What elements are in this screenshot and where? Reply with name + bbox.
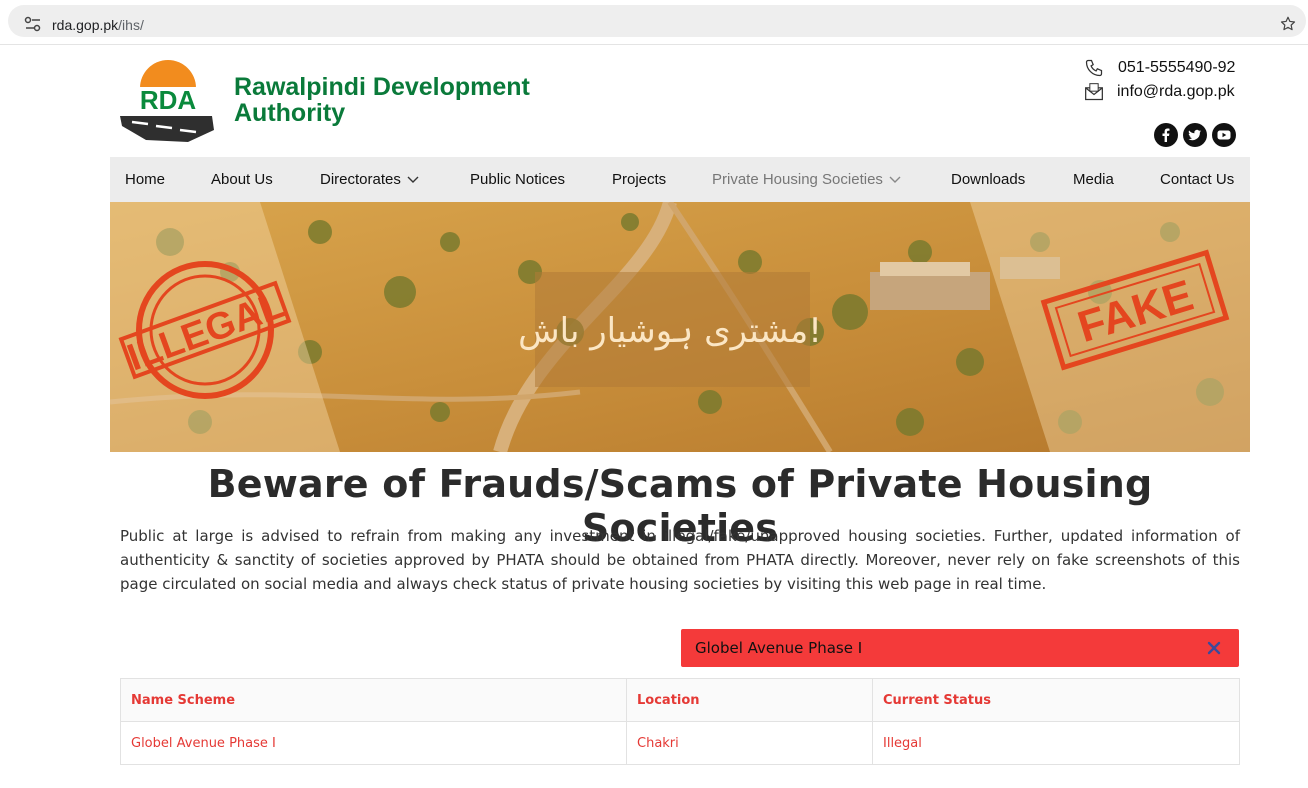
twitter-icon [1188,129,1201,141]
cell-current-status: Illegal [872,721,1240,765]
address-bar[interactable]: rda.gop.pk/ihs/ [8,5,1306,37]
phone-icon [1085,59,1103,77]
cell-location: Chakri [626,721,873,765]
nav-downloads[interactable]: Downloads [951,171,1025,188]
nav-public-notices[interactable]: Public Notices [470,171,565,188]
chevron-down-icon [889,176,901,184]
contact-phone[interactable]: 051-5555490-92 [1084,58,1235,78]
cell-name-scheme: Globel Avenue Phase I [120,721,627,765]
column-header-current-status[interactable]: Current Status [872,678,1240,722]
nav-media[interactable]: Media [1073,171,1114,188]
org-name[interactable]: Rawalpindi Development Authority [234,74,554,126]
nav-private-housing-label: Private Housing Societies [712,171,883,188]
close-icon[interactable] [1207,641,1221,655]
nav-projects[interactable]: Projects [612,171,666,188]
email-icon [1085,83,1103,101]
browser-toolbar: rda.gop.pk/ihs/ [0,0,1308,45]
nav-about-us[interactable]: About Us [211,171,273,188]
url-text[interactable]: rda.gop.pk/ihs/ [52,17,144,33]
site-settings-icon[interactable] [24,16,42,32]
chevron-down-icon [407,176,419,184]
column-header-location[interactable]: Location [626,678,873,722]
rda-logo[interactable]: RDA [118,54,218,144]
main-nav: Home About Us Directorates Public Notice… [110,157,1250,202]
nav-directorates-label: Directorates [320,171,401,188]
nav-private-housing-societies[interactable]: Private Housing Societies [712,171,901,188]
contact-email[interactable]: info@rda.gop.pk [1084,82,1235,102]
email-address: info@rda.gop.pk [1117,83,1235,100]
banner-urdu-caption: مشتری ہوشیار باش! [518,311,822,351]
table-row: Globel Avenue Phase I Chakri Illegal [120,721,1240,765]
url-path: /ihs/ [118,17,144,33]
facebook-link[interactable] [1154,123,1178,147]
search-input[interactable] [695,637,1195,659]
advisory-text: Public at large is advised to refrain fr… [120,527,1240,593]
logo-text: RDA [140,85,197,115]
youtube-icon [1217,130,1231,140]
search-box [681,629,1239,667]
url-domain: rda.gop.pk [52,17,119,33]
bookmark-star-icon[interactable] [1279,15,1297,33]
phone-number: 051-5555490-92 [1118,59,1236,76]
results-table: Name Scheme Location Current Status Glob… [120,678,1240,765]
column-header-name-scheme[interactable]: Name Scheme [120,678,627,722]
nav-directorates[interactable]: Directorates [320,171,419,188]
warning-banner: مشتری ہوشیار باش! ILLEGAL FAKE [110,202,1250,452]
table-header-row: Name Scheme Location Current Status [120,678,1240,722]
twitter-link[interactable] [1183,123,1207,147]
nav-contact-us[interactable]: Contact Us [1160,171,1234,188]
nav-home[interactable]: Home [125,171,165,188]
facebook-icon [1162,128,1170,142]
youtube-link[interactable] [1212,123,1236,147]
